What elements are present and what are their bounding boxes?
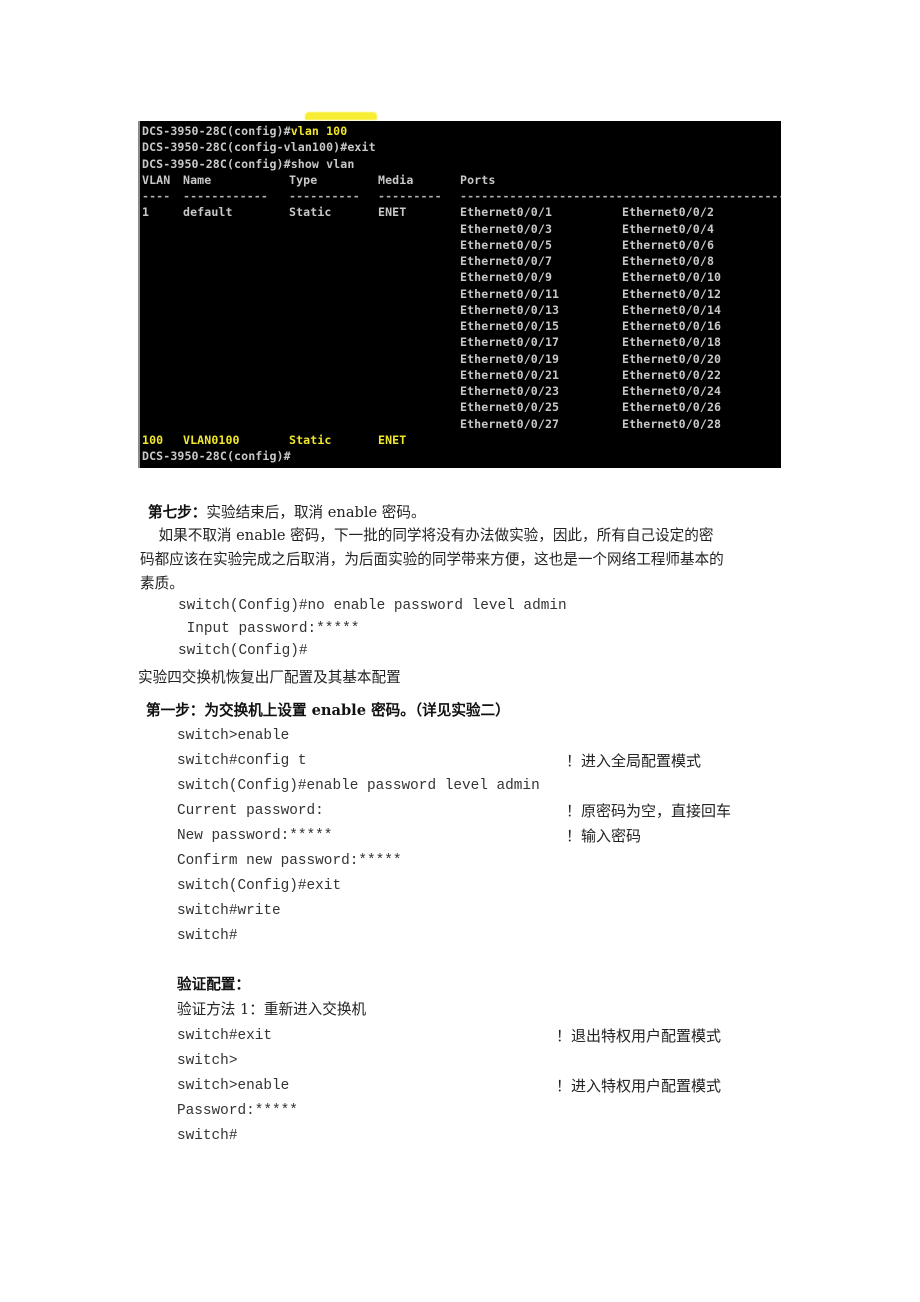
terminal-command: show vlan <box>290 156 355 171</box>
code-comment: ！进入特权用户配置模式 <box>556 1077 722 1095</box>
code-line: switch>enable <box>177 728 290 744</box>
code-line: switch#config t <box>177 753 307 769</box>
terminal-screenshot: DCS-3950-28C(config)#vlan 100 DCS-3950-28… <box>138 121 781 468</box>
terminal-command-line: DCS-3950-28C(config)#show vlan <box>142 156 354 172</box>
code-comment: ！原密码为空，直接回车 <box>566 802 732 820</box>
vlan-port: Ethernet0/0/27 <box>460 416 560 431</box>
step7-title: 实验结束后，取消 enable 密码。 <box>206 504 426 521</box>
divider-media: --------- <box>378 189 442 203</box>
terminal-command-line: DCS-3950-28C(config)#vlan 100 <box>142 123 347 139</box>
step7-heading: 第七步：实验结束后，取消 enable 密码。 <box>148 503 426 523</box>
vlan-type: Static <box>289 205 332 220</box>
paragraph-line: 如果不取消 enable 密码，下一批的同学将没有办法做实验，因此，所有自己设定… <box>140 527 714 544</box>
vlan-name: VLAN0100 <box>183 432 240 447</box>
code-line: Input password:***** <box>178 620 360 637</box>
vlan-port: Ethernet0/0/4 <box>622 221 715 236</box>
vlan-type: Static <box>289 432 332 447</box>
code-line: switch> <box>177 1053 238 1069</box>
vlan-port: Ethernet0/0/25 <box>460 400 560 415</box>
vlan-port: Ethernet0/0/3 <box>460 221 553 236</box>
vlan-port: Ethernet0/0/1 <box>460 205 553 220</box>
divider-ports: ----------------------------------------… <box>460 189 781 203</box>
vlan-media: ENET <box>378 432 407 447</box>
vlan-port: Ethernet0/0/10 <box>622 270 722 285</box>
header-media: Media <box>378 172 414 187</box>
vlan-port: Ethernet0/0/14 <box>622 302 722 317</box>
terminal-command: vlan 100 <box>290 124 348 138</box>
vlan-port: Ethernet0/0/22 <box>622 367 722 382</box>
terminal-command: exit <box>347 140 376 155</box>
vlan-port: Ethernet0/0/8 <box>622 254 715 268</box>
vlan-name: default <box>183 205 233 220</box>
code-line: Current password: <box>177 803 324 819</box>
vlan-port: Ethernet0/0/28 <box>622 416 722 431</box>
vlan-port: Ethernet0/0/12 <box>622 286 722 301</box>
terminal-prompt: DCS-3950-28C(config)# <box>142 156 291 171</box>
step7-label: 第七步： <box>148 504 207 521</box>
yellow-highlight-mark <box>305 112 377 120</box>
vlan-media: ENET <box>378 205 407 220</box>
divider-type: ---------- <box>289 189 360 203</box>
code-line: New password:***** <box>177 828 333 844</box>
paragraph-line: 素质。 <box>140 575 184 592</box>
terminal-command-line: DCS-3950-28C(config-vlan100)#exit <box>142 139 376 155</box>
vlan-id: 100 <box>142 432 164 447</box>
vlan-port: Ethernet0/0/11 <box>460 286 560 301</box>
verify-heading: 验证配置： <box>177 976 250 993</box>
vlan-port: Ethernet0/0/24 <box>622 384 722 398</box>
vlan-port: Ethernet0/0/26 <box>622 400 722 415</box>
terminal-prompt: DCS-3950-28C(config-vlan100)# <box>142 140 348 155</box>
vlan-port: Ethernet0/0/18 <box>622 335 722 350</box>
terminal-final-prompt: DCS-3950-28C(config)# <box>142 449 291 463</box>
code-line: switch# <box>177 1128 238 1144</box>
vlan-port: Ethernet0/0/20 <box>622 351 722 366</box>
code-line: switch#exit <box>177 1028 272 1044</box>
vlan-port: Ethernet0/0/5 <box>460 237 553 252</box>
code-line: switch(Config)#no enable password level … <box>178 598 567 614</box>
terminal-prompt: DCS-3950-28C(config)# <box>142 124 291 138</box>
vlan-port: Ethernet0/0/2 <box>622 205 715 220</box>
vlan-port: Ethernet0/0/6 <box>622 237 715 252</box>
header-name: Name <box>183 172 212 187</box>
vlan-port: Ethernet0/0/7 <box>460 254 553 268</box>
vlan-port: Ethernet0/0/16 <box>622 319 722 333</box>
code-line: Confirm new password:***** <box>177 853 402 869</box>
divider-name: ------------ <box>183 189 268 203</box>
vlan-port: Ethernet0/0/21 <box>460 367 560 382</box>
vlan-port: Ethernet0/0/19 <box>460 351 560 366</box>
vlan-port: Ethernet0/0/9 <box>460 270 553 285</box>
code-line: switch#write <box>177 903 281 919</box>
code-line: switch(Config)#exit <box>177 878 342 894</box>
paragraph-line: 码都应该在实验完成之后取消，为后面实验的同学带来方便，这也是一个网络工程师基本的 <box>140 551 724 568</box>
code-comment: ！进入全局配置模式 <box>566 752 702 770</box>
header-type: Type <box>289 172 318 187</box>
code-line: switch# <box>177 928 238 944</box>
code-comment: ！退出特权用户配置模式 <box>556 1027 722 1045</box>
header-ports: Ports <box>460 172 496 187</box>
vlan-port: Ethernet0/0/13 <box>460 302 560 317</box>
step1-heading: 第一步：为交换机上设置 enable 密码。（详见实验二） <box>146 702 510 719</box>
vlan-id: 1 <box>142 205 150 220</box>
header-vlan: VLAN <box>142 172 171 187</box>
vlan-port: Ethernet0/0/17 <box>460 335 560 350</box>
verify-method: 验证方法 1：重新进入交换机 <box>177 1001 367 1018</box>
vlan-port: Ethernet0/0/15 <box>460 319 560 333</box>
experiment-title: 实验四交换机恢复出厂配置及其基本配置 <box>138 669 401 686</box>
code-line: Password:***** <box>177 1103 298 1119</box>
divider-vlan: ---- <box>142 189 171 203</box>
code-line: switch(Config)# <box>178 643 308 659</box>
vlan-port: Ethernet0/0/23 <box>460 384 560 398</box>
code-comment: ！输入密码 <box>566 827 642 845</box>
code-line: switch>enable <box>177 1078 290 1094</box>
code-line: switch(Config)#enable password level adm… <box>177 778 540 794</box>
